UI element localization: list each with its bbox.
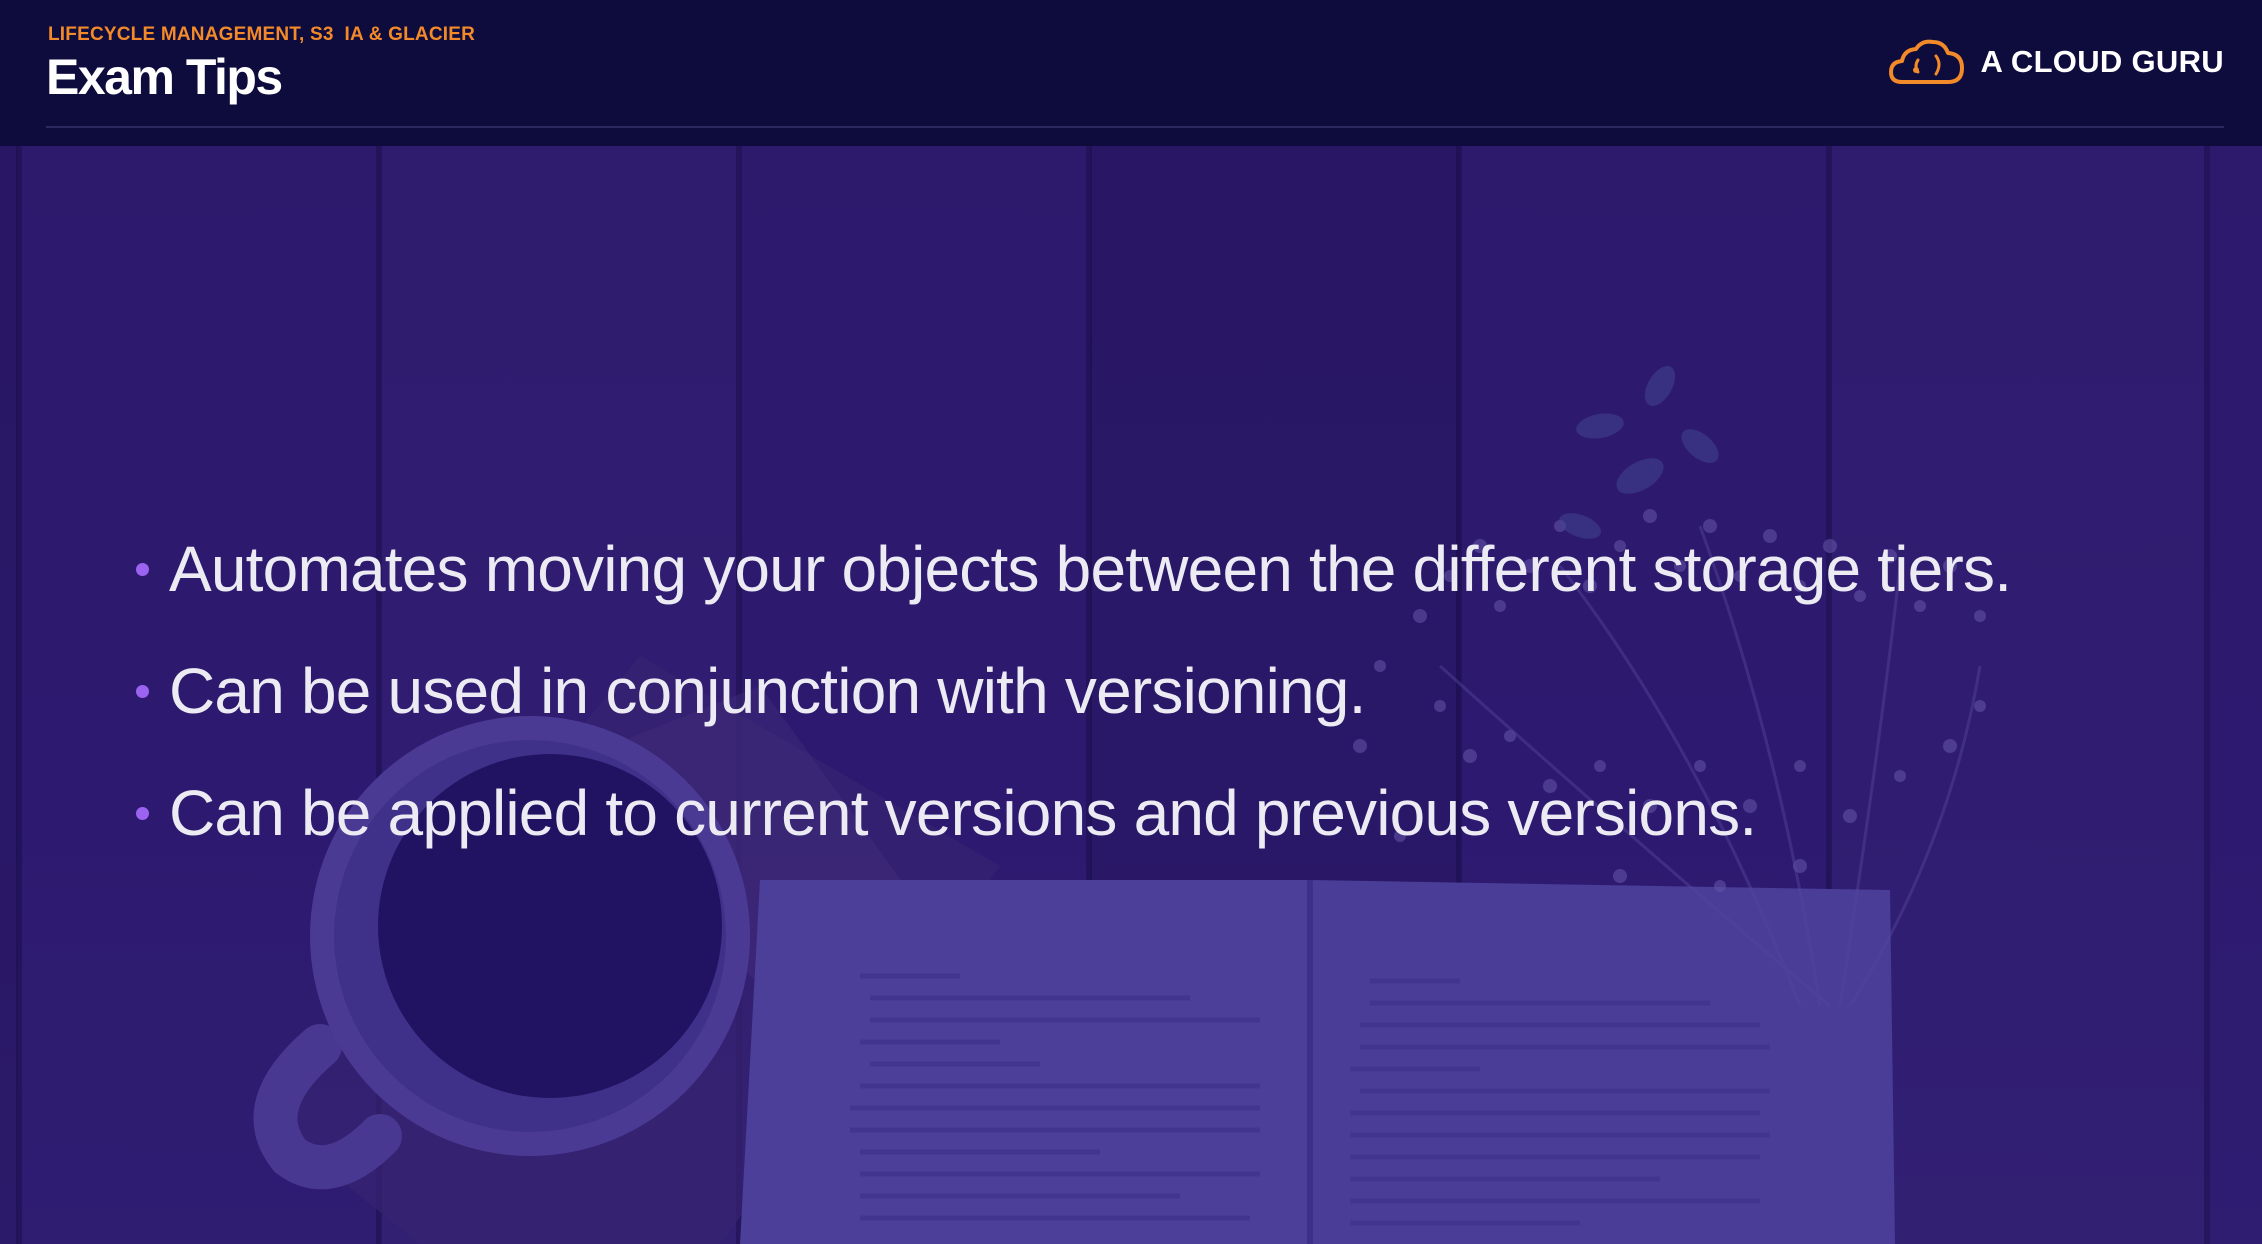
bullet-text: Automates moving your objects between th… — [169, 533, 2012, 605]
list-item: Automates moving your objects between th… — [136, 508, 2012, 630]
bullet-dot-icon — [136, 684, 149, 698]
header-divider — [46, 126, 2224, 128]
brand-name: A CLOUD GURU — [1980, 44, 2224, 79]
exam-tips-list: Automates moving your objects between th… — [136, 508, 2012, 874]
slide-header: LIFECYCLE MANAGEMENT, S3 IA & GLACIER Ex… — [0, 0, 2262, 146]
bullet-text: Can be applied to current versions and p… — [169, 777, 1757, 849]
bullet-dot-icon — [136, 806, 149, 820]
section-subtitle: LIFECYCLE MANAGEMENT, S3 IA & GLACIER — [48, 24, 476, 45]
bullet-text: Can be used in conjunction with versioni… — [169, 655, 1366, 727]
brand-logo: A CLOUD GURU — [1888, 36, 2224, 88]
cloud-logo-icon — [1889, 39, 1965, 84]
list-item: Can be used in conjunction with versioni… — [136, 630, 2011, 752]
list-item: Can be applied to current versions and p… — [136, 752, 2011, 874]
slide: LIFECYCLE MANAGEMENT, S3 IA & GLACIER Ex… — [0, 0, 2262, 1244]
bullet-dot-icon — [136, 562, 149, 576]
page-title: Exam Tips — [46, 49, 283, 105]
